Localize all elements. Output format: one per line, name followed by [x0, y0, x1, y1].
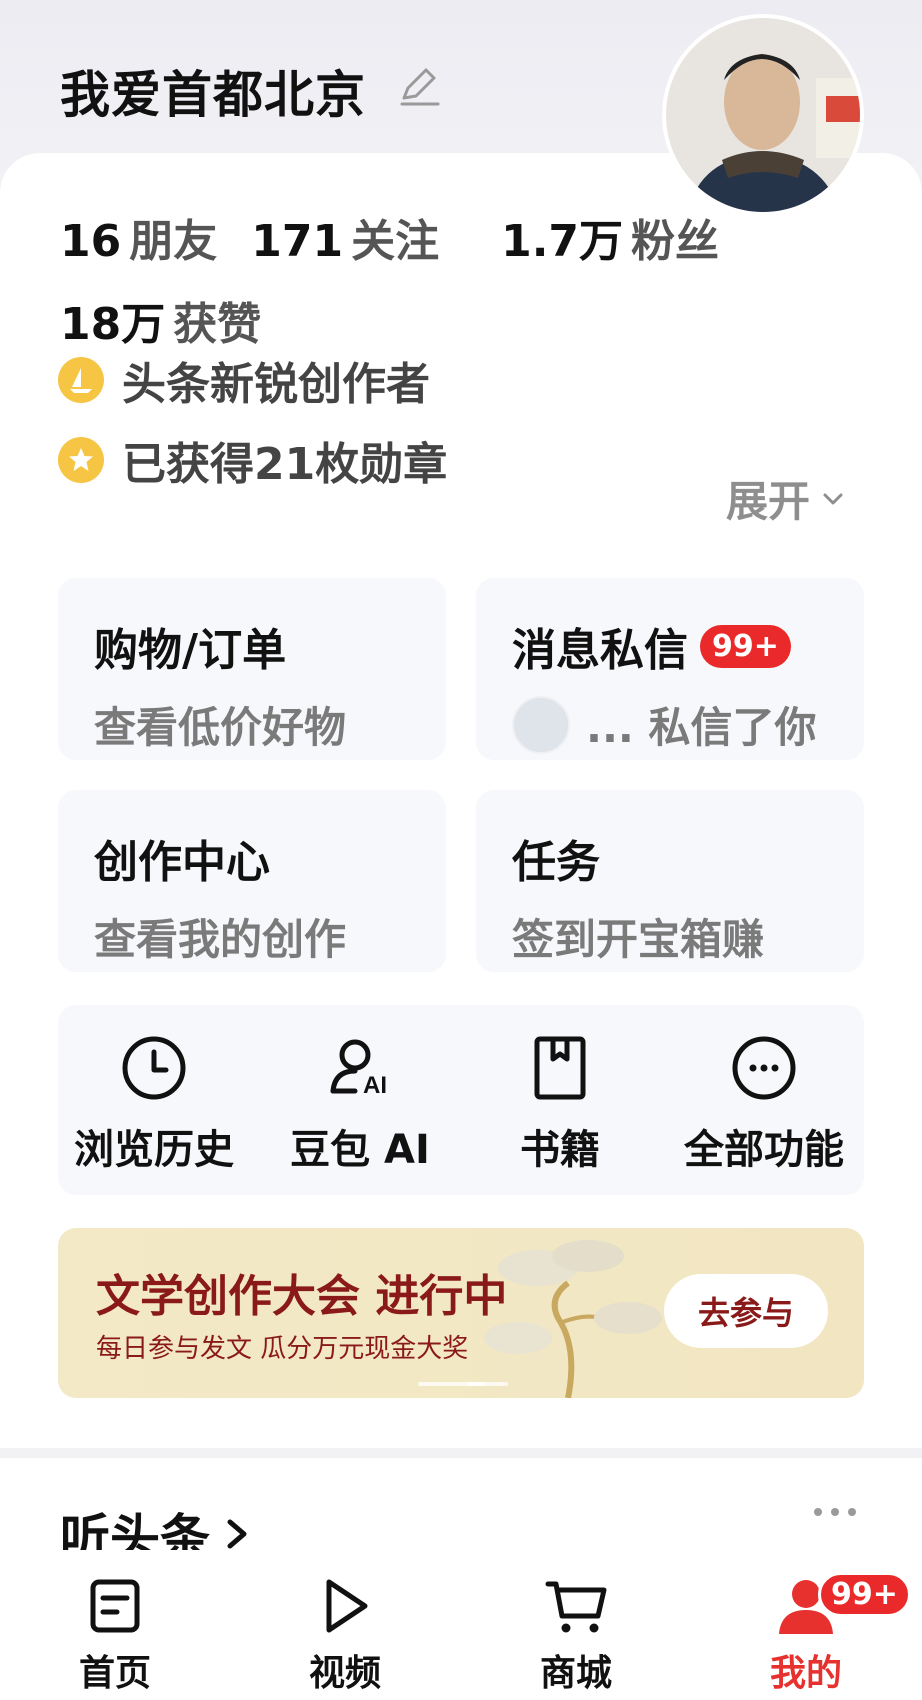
ai-person-icon: AI	[330, 1039, 387, 1099]
book-icon	[534, 1036, 586, 1100]
tab-video[interactable]: 视频	[275, 1576, 415, 1696]
tile-shopping-orders[interactable]: 购物/订单 查看低价好物	[58, 578, 446, 760]
tab-mine[interactable]: 99+ 我的	[736, 1572, 911, 1696]
badge-medals[interactable]: 已获得21枚勋章	[58, 428, 447, 492]
cart-icon	[545, 1581, 607, 1633]
tab-home[interactable]: 首页	[45, 1576, 185, 1696]
edit-icon[interactable]	[398, 64, 442, 108]
quick-all-features[interactable]: 全部功能	[664, 1033, 864, 1175]
quick-actions: 浏览历史 AI 豆包 AI 书籍 全部功能	[58, 1005, 864, 1195]
tile-messages[interactable]: 消息私信 99+ ... 私信了你	[476, 578, 864, 760]
bottom-tab-bar: 首页 视频 商城 99+ 我的	[0, 1550, 922, 1700]
more-options-icon[interactable]	[812, 1506, 858, 1518]
username[interactable]: 我爱首都北京	[60, 55, 366, 127]
stats-row: 16 朋友 171 关注 1.7万 粉丝	[60, 205, 739, 269]
home-doc-icon	[90, 1579, 140, 1633]
stat-likes[interactable]: 18万 获赞	[60, 288, 281, 352]
literature-event-banner[interactable]: 文学创作大会 进行中 每日参与发文 瓜分万元现金大奖 去参与	[58, 1228, 864, 1398]
chevron-down-icon	[823, 493, 843, 504]
tab-mine-badge: 99+	[818, 1572, 911, 1617]
avatar[interactable]	[662, 14, 864, 216]
join-button[interactable]: 去参与	[664, 1274, 828, 1348]
sender-avatar	[512, 695, 570, 754]
badge-creator-label: 头条新锐创作者	[122, 359, 430, 410]
svg-text:AI: AI	[363, 1072, 387, 1099]
tab-mall[interactable]: 商城	[506, 1576, 646, 1696]
quick-doubao-ai[interactable]: AI 豆包 AI	[260, 1033, 460, 1175]
stat-friends[interactable]: 16 朋友	[60, 205, 217, 269]
sail-badge-icon	[58, 357, 104, 403]
stat-following[interactable]: 171 关注	[251, 205, 439, 269]
badge-creator[interactable]: 头条新锐创作者	[58, 348, 430, 412]
tile-tasks[interactable]: 任务 签到开宝箱赚	[476, 790, 864, 972]
expand-button[interactable]: 展开	[726, 468, 848, 529]
star-medal-icon	[58, 437, 104, 483]
message-count-badge: 99+	[700, 624, 791, 668]
more-circle-icon	[732, 1036, 796, 1100]
pine-tree-illustration	[484, 1240, 662, 1398]
badge-medals-label: 已获得21枚勋章	[122, 439, 448, 490]
stat-fans[interactable]: 1.7万 粉丝	[501, 205, 719, 269]
play-icon	[326, 1579, 368, 1633]
carousel-indicator	[418, 1382, 508, 1386]
quick-history[interactable]: 浏览历史	[54, 1033, 254, 1175]
clock-icon	[122, 1036, 186, 1100]
quick-books[interactable]: 书籍	[460, 1033, 660, 1175]
tile-creator-center[interactable]: 创作中心 查看我的创作	[58, 790, 446, 972]
chevron-right-icon	[227, 1519, 247, 1549]
